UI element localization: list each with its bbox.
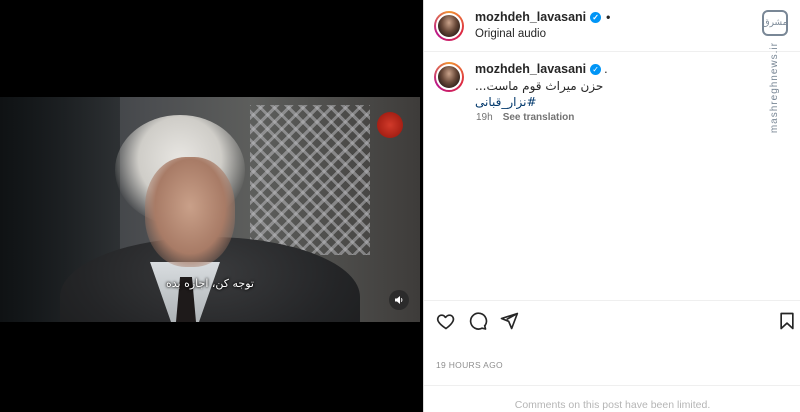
caption-avatar[interactable] [434,62,464,92]
comment-button[interactable] [468,311,488,331]
watermark-badge: مشرق [762,10,788,36]
caption-hashtag[interactable]: #نزار_قبانی [475,95,608,109]
video-player[interactable]: توجه کن، اجازه بده [0,97,420,322]
separator-dot: • [606,9,611,24]
mute-button[interactable] [389,290,409,310]
bookmark-icon [780,312,794,330]
post-timestamp: 19 HOURS AGO [436,360,503,370]
comments-limited-notice: Comments on this post have been limited. [424,385,800,412]
header-username[interactable]: mozhdeh_lavasani [475,10,586,25]
verified-badge-icon: ✓ [590,11,602,23]
verified-badge-icon: ✓ [590,63,602,75]
post-header: mozhdeh_lavasani ✓ • Original audio [424,0,800,52]
audio-label[interactable]: Original audio [475,27,610,42]
heart-icon [436,314,455,330]
channel-logo [377,112,403,138]
watermark-url: mashreghnews.ir [769,42,780,134]
like-button[interactable] [436,311,456,331]
post-caption: mozhdeh_lavasani ✓ . حزن میراث قوم ماست.… [434,62,790,109]
caption-username[interactable]: mozhdeh_lavasani [475,62,586,76]
caption-text: حزن میراث قوم ماست... [475,79,604,93]
video-subtitle: توجه کن، اجازه بده [166,277,254,290]
caption-meta: 19h See translation [476,112,574,123]
save-button[interactable] [777,311,797,331]
watermark: مشرق mashreghnews.ir [762,10,792,140]
media-area: توجه کن، اجازه بده [0,0,423,412]
person-face [145,157,235,267]
speaker-icon [395,296,403,304]
comment-icon [469,312,488,330]
share-button[interactable] [499,311,519,331]
paper-plane-icon [500,312,519,330]
see-translation-link[interactable]: See translation [503,112,575,123]
post-age[interactable]: 19h [476,112,493,123]
avatar[interactable] [434,10,464,41]
post-panel: mozhdeh_lavasani ✓ • Original audio mozh… [423,0,800,412]
background-pattern [250,105,370,255]
action-bar [424,300,800,340]
